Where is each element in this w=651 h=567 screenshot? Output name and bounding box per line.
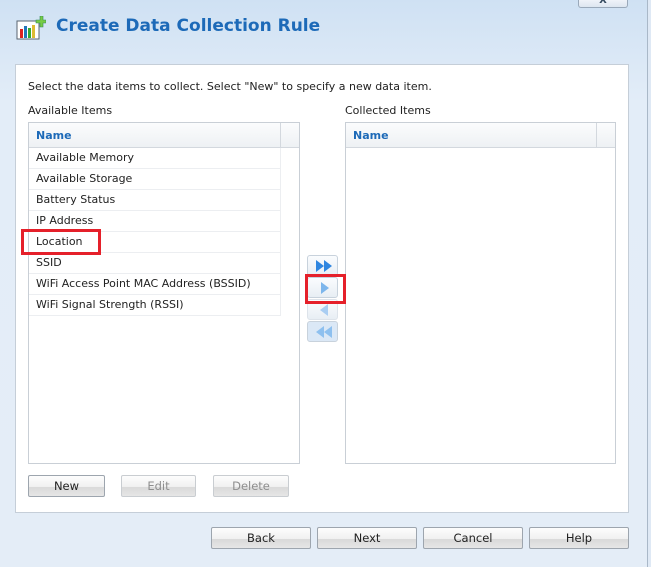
help-button[interactable]: Help — [529, 527, 629, 549]
back-button[interactable]: Back — [211, 527, 311, 549]
list-item[interactable]: WiFi Signal Strength (RSSI) — [29, 295, 281, 316]
cancel-button[interactable]: Cancel — [423, 527, 523, 549]
next-button[interactable]: Next — [317, 527, 417, 549]
delete-button[interactable]: Delete — [213, 475, 289, 497]
instruction-text: Select the data items to collect. Select… — [28, 80, 432, 93]
column-label: Name — [36, 129, 72, 142]
add-all-button[interactable] — [307, 255, 338, 276]
chart-add-icon — [16, 16, 46, 40]
name-column-header[interactable]: Name — [346, 123, 615, 148]
remove-all-button[interactable] — [307, 321, 338, 342]
list-item[interactable]: Available Memory — [29, 148, 281, 169]
available-items-label: Available Items — [28, 104, 113, 117]
column-label: Name — [353, 129, 389, 142]
create-rule-dialog: X Create Data Collection Rule Select the… — [0, 0, 648, 567]
list-item[interactable]: Battery Status — [29, 190, 281, 211]
remove-icon — [320, 304, 328, 316]
edit-button[interactable]: Edit — [121, 475, 196, 497]
new-button[interactable]: New — [28, 475, 105, 497]
list-item[interactable]: Available Storage — [29, 169, 281, 190]
dialog-title: Create Data Collection Rule — [56, 16, 321, 36]
available-items-list[interactable]: Name Available Memory Available Storage … — [28, 122, 300, 464]
close-button[interactable]: X — [578, 0, 628, 8]
add-all-icon — [316, 260, 332, 272]
collected-items-label: Collected Items — [345, 104, 431, 117]
highlight-add-button — [305, 274, 346, 304]
list-item[interactable]: SSID — [29, 253, 281, 274]
name-column-header[interactable]: Name — [29, 123, 299, 148]
collected-items-list[interactable]: Name — [345, 122, 616, 464]
remove-all-icon — [316, 326, 332, 338]
highlight-location — [21, 229, 101, 255]
list-item[interactable]: WiFi Access Point MAC Address (BSSID) — [29, 274, 281, 295]
